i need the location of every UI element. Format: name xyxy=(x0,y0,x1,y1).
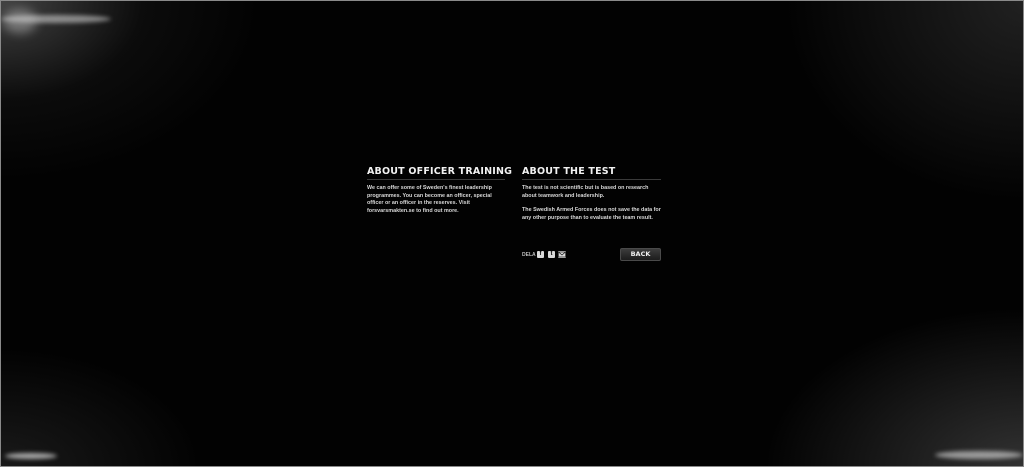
about-test-text-1: The test is not scientific but is based … xyxy=(522,185,649,199)
officer-training-heading: ABOUT OFFICER TRAINING xyxy=(367,166,512,180)
light-glare xyxy=(935,451,1023,459)
officer-training-text: We can offer some of Sweden's finest lea… xyxy=(367,185,492,214)
light-glare xyxy=(3,9,37,33)
mail-icon[interactable] xyxy=(558,251,566,258)
about-test-heading: ABOUT THE TEST xyxy=(522,166,661,180)
twitter-icon[interactable]: t xyxy=(548,251,555,258)
light-glare xyxy=(5,453,57,459)
officer-training-section: ABOUT OFFICER TRAINING We can offer some… xyxy=(367,166,512,222)
about-test-section: ABOUT THE TEST The test is not scientifi… xyxy=(522,166,661,229)
page-frame: ABOUT OFFICER TRAINING We can offer some… xyxy=(0,0,1024,467)
share-row: DELA f t BACK xyxy=(522,248,661,262)
share-label: DELA xyxy=(522,252,536,258)
about-test-text-2: The Swedish Armed Forces does not save t… xyxy=(522,207,661,221)
back-button[interactable]: BACK xyxy=(620,248,661,261)
facebook-icon[interactable]: f xyxy=(537,251,544,258)
